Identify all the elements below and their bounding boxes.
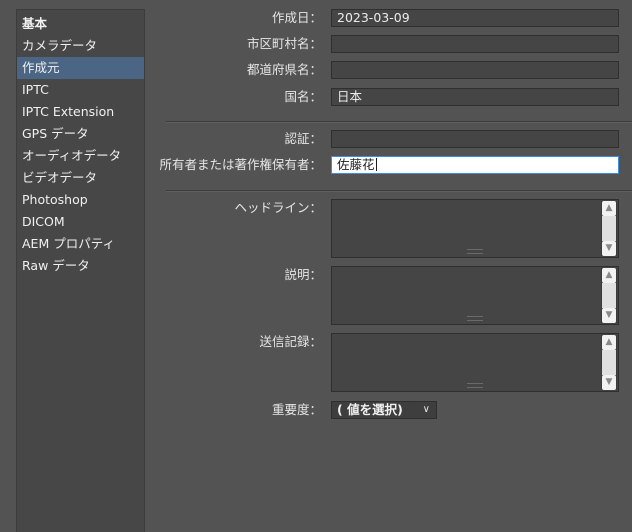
transmission-scrollbar[interactable]: ▲ ▼ — [601, 335, 617, 390]
description-label: 説明： — [284, 267, 322, 282]
sidebar-item-basic[interactable]: 基本 — [17, 13, 144, 35]
sidebar-item-video-data[interactable]: ビデオデータ — [17, 167, 144, 189]
owner-value: 佐藤花 — [337, 157, 375, 172]
transmission-label: 送信記録： — [259, 334, 322, 349]
sidebar-item-origin[interactable]: 作成元 — [17, 57, 144, 79]
sidebar-item-photoshop[interactable]: Photoshop — [17, 189, 144, 211]
sidebar-item-raw-data[interactable]: Raw データ — [17, 255, 144, 277]
scroll-track[interactable] — [602, 283, 616, 308]
prefecture-field[interactable] — [331, 61, 619, 79]
resize-grip-icon[interactable] — [467, 383, 483, 388]
scroll-up-icon[interactable]: ▲ — [602, 335, 616, 350]
headline-textarea[interactable]: ▲ ▼ — [331, 199, 619, 258]
scroll-down-icon[interactable]: ▼ — [602, 241, 616, 256]
metadata-form: 作成日： 2023-03-09 市区町村名： 都道府県名： 国名： 日本 認証：… — [146, 0, 632, 532]
chevron-down-icon: ∨ — [422, 404, 430, 415]
section-divider-2 — [166, 190, 632, 192]
country-label: 国名： — [284, 89, 322, 104]
country-field[interactable]: 日本 — [331, 88, 619, 106]
sidebar-item-iptc-extension[interactable]: IPTC Extension — [17, 101, 144, 123]
owner-label: 所有者または著作権保有者： — [159, 157, 322, 172]
sidebar-item-camera-data[interactable]: カメラデータ — [17, 35, 144, 57]
description-textarea[interactable]: ▲ ▼ — [331, 266, 619, 325]
owner-field[interactable]: 佐藤花 — [331, 156, 619, 174]
description-scrollbar[interactable]: ▲ ▼ — [601, 268, 617, 323]
prefecture-label: 都道府県名： — [246, 62, 322, 77]
city-label: 市区町村名： — [246, 36, 322, 51]
scroll-down-icon[interactable]: ▼ — [602, 375, 616, 390]
scroll-track[interactable] — [602, 350, 616, 375]
text-caret — [375, 158, 377, 171]
headline-label: ヘッドライン： — [234, 200, 322, 215]
sidebar-item-audio-data[interactable]: オーディオデータ — [17, 145, 144, 167]
credit-label: 認証： — [284, 131, 322, 146]
sidebar-item-gps-data[interactable]: GPS データ — [17, 123, 144, 145]
scroll-down-icon[interactable]: ▼ — [602, 308, 616, 323]
transmission-textarea[interactable]: ▲ ▼ — [331, 333, 619, 392]
urgency-select[interactable]: ( 値を選択) ∨ — [331, 401, 437, 419]
sidebar-item-dicom[interactable]: DICOM — [17, 211, 144, 233]
creation-date-label: 作成日： — [271, 10, 322, 25]
section-divider-1 — [166, 121, 632, 123]
city-field[interactable] — [331, 35, 619, 53]
sidebar-item-aem-properties[interactable]: AEM プロパティ — [17, 233, 144, 255]
resize-grip-icon[interactable] — [467, 316, 483, 321]
credit-field[interactable] — [331, 130, 619, 148]
creation-date-field[interactable]: 2023-03-09 — [331, 9, 619, 27]
urgency-label: 重要度： — [271, 402, 322, 417]
scroll-track[interactable] — [602, 216, 616, 241]
urgency-value: ( 値を選択) — [337, 402, 403, 417]
scroll-up-icon[interactable]: ▲ — [602, 201, 616, 216]
headline-scrollbar[interactable]: ▲ ▼ — [601, 201, 617, 256]
sidebar-item-iptc[interactable]: IPTC — [17, 79, 144, 101]
sidebar: 基本 カメラデータ 作成元 IPTC IPTC Extension GPS デー… — [16, 9, 145, 532]
resize-grip-icon[interactable] — [467, 249, 483, 254]
scroll-up-icon[interactable]: ▲ — [602, 268, 616, 283]
